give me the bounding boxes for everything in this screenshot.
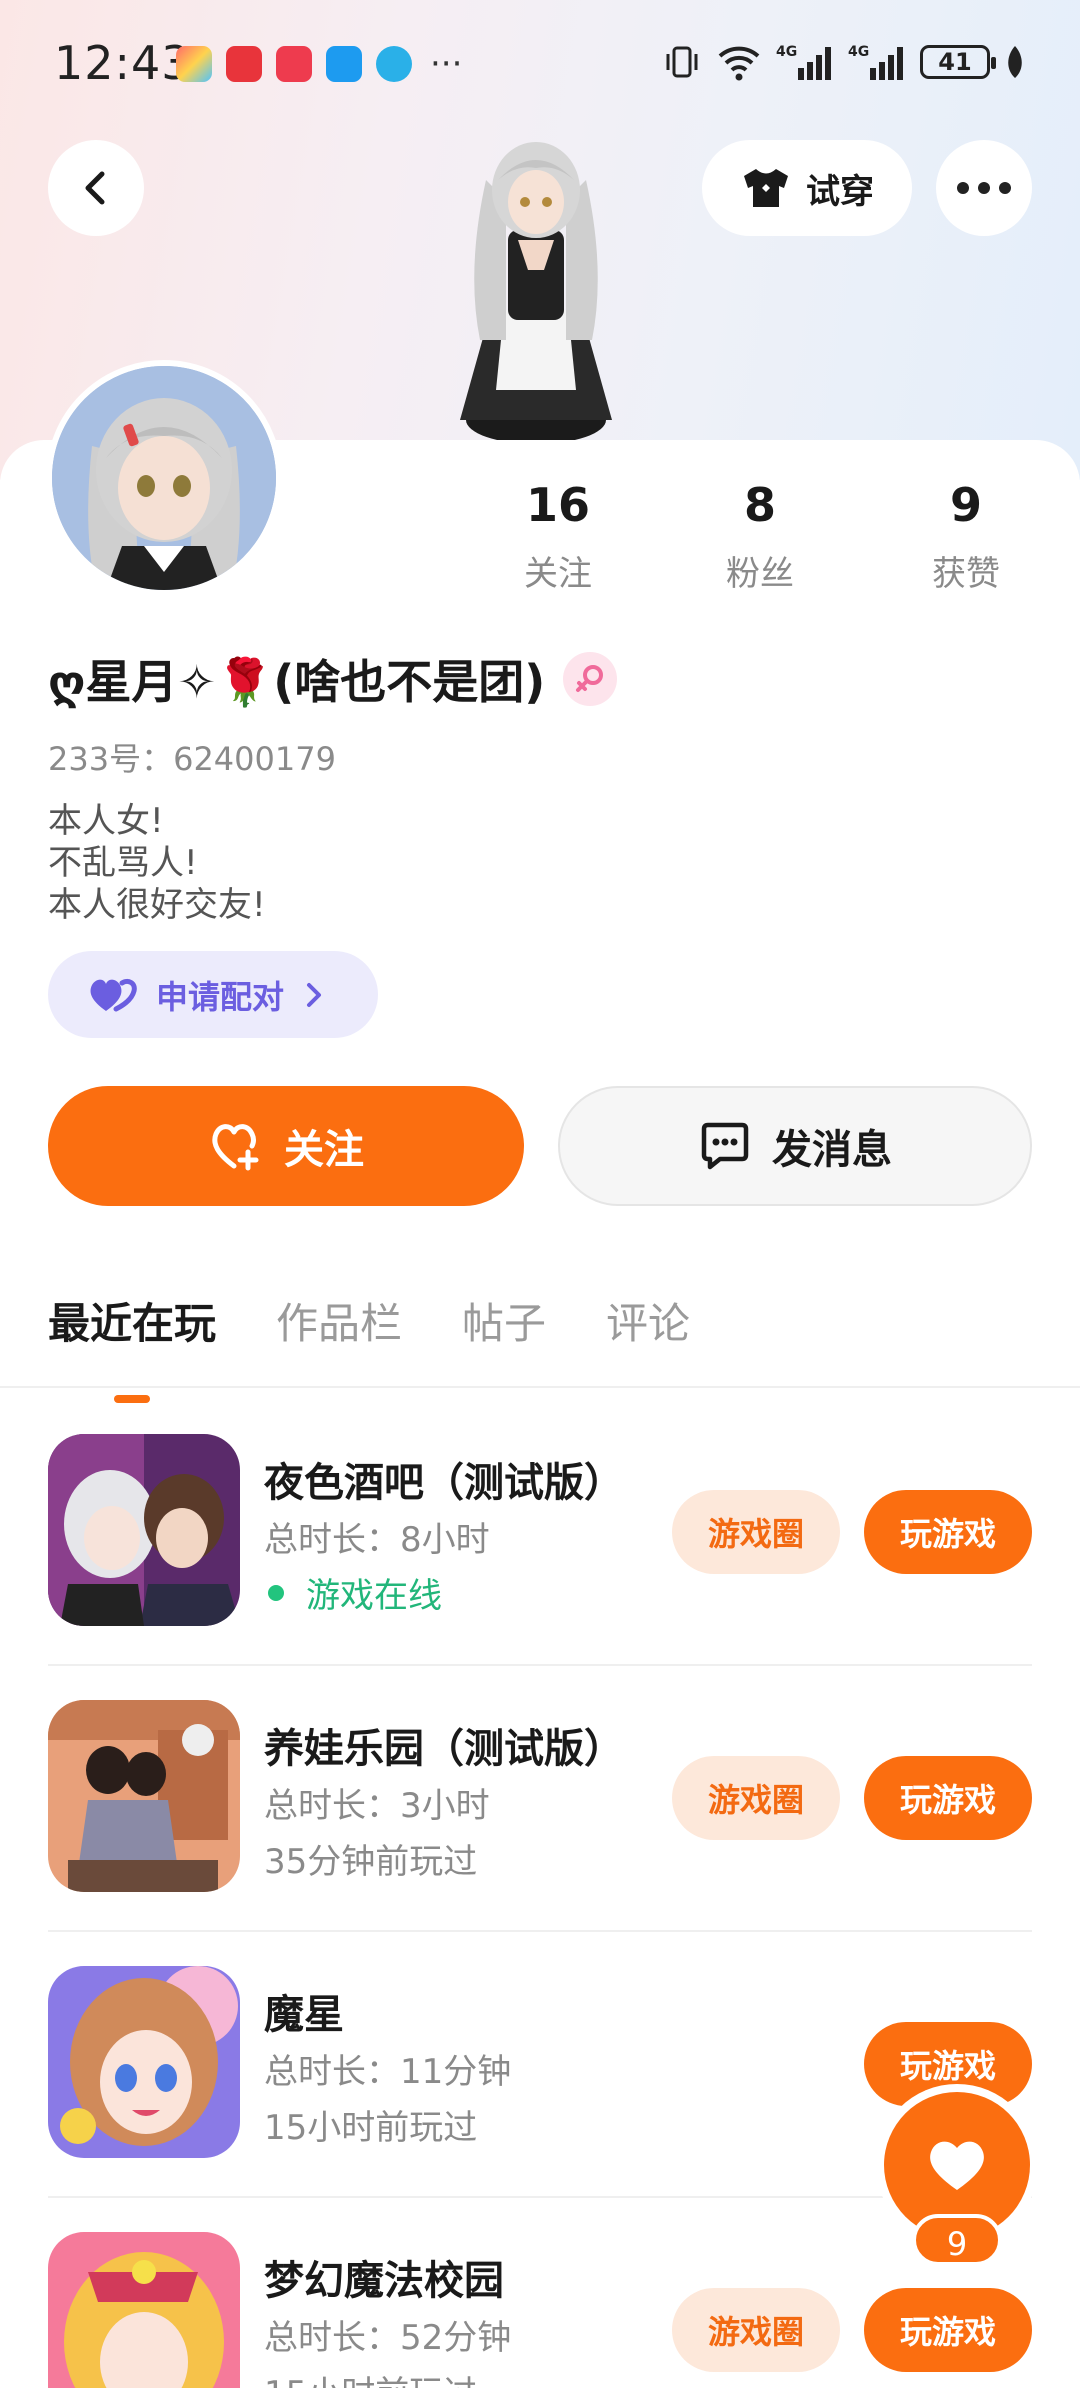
chevron-left-icon	[85, 171, 105, 205]
red-app-icon	[276, 46, 312, 82]
tab-posts[interactable]: 帖子	[462, 1290, 546, 1351]
game-duration: 总时长：11分钟	[264, 2052, 512, 2092]
game-duration: 总时长：3小时	[264, 1786, 490, 1826]
back-button[interactable]	[48, 140, 144, 236]
follow-label: 关注	[284, 1127, 364, 1173]
game-icon-magic-school	[48, 2232, 240, 2388]
list-item[interactable]: 魔星 总时长：11分钟 15小时前玩过 玩游戏	[48, 1966, 1032, 2166]
request-pair-button[interactable]: 申请配对	[48, 951, 378, 1038]
notification-icons: ···	[176, 46, 462, 82]
game-circle-button[interactable]: 游戏圈	[672, 1756, 840, 1840]
following-label: 关注	[524, 554, 592, 594]
tab-comments[interactable]: 评论	[606, 1290, 690, 1351]
female-gender-icon	[563, 652, 618, 706]
chevron-right-icon	[307, 982, 322, 1007]
profile-bio: 本人女! 不乱骂人! 本人很好交友!	[48, 800, 266, 926]
divider	[48, 2196, 1032, 2198]
game-icon-baby-park	[48, 1700, 240, 1892]
game-circle-button[interactable]: 游戏圈	[672, 2288, 840, 2372]
game-duration: 总时长：8小时	[264, 1520, 490, 1560]
leaf-icon	[1008, 46, 1022, 78]
play-game-button[interactable]: 玩游戏	[864, 2288, 1032, 2372]
status-time: 12:43	[54, 36, 192, 90]
tshirt-icon	[744, 169, 788, 207]
game-icon-mo-star	[48, 1966, 240, 2158]
tab-works[interactable]: 作品栏	[276, 1290, 402, 1351]
game-status-text: 15小时前玩过	[264, 2366, 477, 2388]
list-item[interactable]: 夜色酒吧（测试版） 总时长：8小时 游戏在线 游戏圈 玩游戏	[48, 1434, 1032, 1634]
chat-bubble-icon	[701, 1122, 749, 1170]
game-status-text: 35分钟前玩过	[264, 1842, 478, 1882]
game-status: 游戏在线	[264, 1568, 442, 1617]
signal-4g-icon: 4G	[848, 44, 903, 80]
followers-stat[interactable]: 8 粉丝	[680, 478, 840, 595]
game-status: 15小时前玩过	[264, 2100, 477, 2149]
profile-tabs: 最近在玩 作品栏 帖子 评论	[48, 1290, 690, 1403]
more-horizontal-icon	[957, 182, 1011, 194]
followers-count: 8	[743, 478, 776, 532]
try-on-label: 试穿	[806, 171, 874, 212]
play-game-button[interactable]: 玩游戏	[864, 1756, 1032, 1840]
vibrate-icon	[666, 46, 698, 78]
heart-plus-icon	[212, 1124, 259, 1171]
game-status: 35分钟前玩过	[264, 1834, 477, 1883]
signal-4g-icon: 4G	[776, 44, 831, 80]
heart-icon	[930, 2141, 984, 2190]
following-count: 16	[525, 478, 590, 532]
more-options-button[interactable]	[936, 140, 1032, 236]
svg-text:4G: 4G	[848, 44, 869, 60]
game-title: 养娃乐园（测试版）	[264, 1726, 624, 1772]
more-notifications-icon: ···	[430, 44, 463, 84]
following-stat[interactable]: 16 关注	[478, 478, 638, 595]
send-message-button[interactable]: 发消息	[558, 1086, 1032, 1206]
game-icon-night-bar	[48, 1434, 240, 1626]
bio-line: 不乱骂人!	[48, 843, 198, 883]
divider	[0, 1386, 1080, 1388]
game-status: 15小时前玩过	[264, 2366, 477, 2388]
huawei-store-icon	[226, 46, 262, 82]
profile-nickname-row: ღ星月✧🌹(啥也不是团)	[48, 646, 618, 712]
likes-stat[interactable]: 9 获赞	[886, 478, 1046, 595]
divider	[48, 1930, 1032, 1932]
game-title: 梦幻魔法校园	[264, 2258, 504, 2304]
request-pair-label: 申请配对	[156, 977, 285, 1016]
wifi-icon	[718, 46, 760, 81]
colorful-app-icon	[176, 46, 212, 82]
game-title: 夜色酒吧（测试版）	[264, 1460, 624, 1506]
game-status-text: 15小时前玩过	[264, 2108, 478, 2148]
like-count-badge: 9	[912, 2214, 1002, 2266]
list-item[interactable]: 养娃乐园（测试版） 总时长：3小时 35分钟前玩过 游戏圈 玩游戏	[48, 1700, 1032, 1900]
game-status-text: 游戏在线	[306, 1576, 442, 1616]
send-message-label: 发消息	[772, 1127, 892, 1173]
status-bar: 12:43 ··· 4G 4G 41	[0, 0, 1080, 130]
play-game-button[interactable]: 玩游戏	[864, 1490, 1032, 1574]
likes-label: 获赞	[932, 554, 1000, 594]
try-on-button[interactable]: 试穿	[702, 140, 912, 236]
follow-button[interactable]: 关注	[48, 1086, 524, 1206]
game-duration: 总时长：52分钟	[264, 2318, 512, 2358]
game-circle-button[interactable]: 游戏圈	[672, 1490, 840, 1574]
list-item[interactable]: 梦幻魔法校园 总时长：52分钟 15小时前玩过 游戏圈 玩游戏	[48, 2232, 1032, 2388]
blue-app-icon	[376, 46, 412, 82]
online-dot-icon	[268, 1584, 284, 1601]
search-app-icon	[326, 46, 362, 82]
bio-line: 本人很好交友!	[48, 885, 266, 925]
system-status-icons: 4G 4G 41	[662, 42, 1026, 82]
game-title: 魔星	[264, 1992, 344, 2038]
double-heart-icon	[90, 978, 137, 1011]
avatar[interactable]	[46, 360, 282, 596]
bio-line: 本人女!	[48, 801, 164, 841]
avatar-figure-3d	[426, 120, 646, 450]
battery-indicator: 41	[920, 45, 996, 79]
profile-nickname: ღ星月✧🌹(啥也不是团)	[48, 655, 546, 709]
svg-text:4G: 4G	[776, 44, 797, 60]
followers-label: 粉丝	[726, 554, 794, 594]
likes-count: 9	[949, 478, 982, 532]
tab-recently-played[interactable]: 最近在玩	[48, 1290, 216, 1403]
divider	[48, 1664, 1032, 1666]
user-id: 233号：62400179	[48, 740, 336, 778]
